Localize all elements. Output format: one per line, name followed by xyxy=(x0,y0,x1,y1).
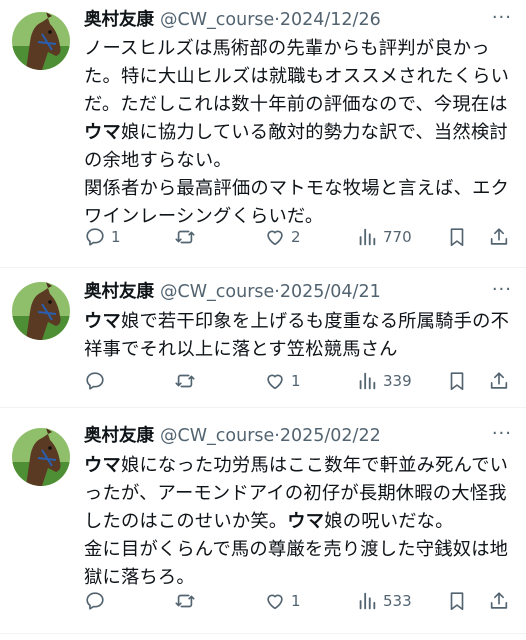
views-icon xyxy=(359,228,376,246)
tweet-header: 奥村友康 @CW_course·2025/04/21 xyxy=(84,278,486,306)
text-run: ノースヒルズは馬術部の先輩からも評判が良かった。特に大山ヒルズは就職もオススメさ… xyxy=(84,38,510,115)
share-button[interactable] xyxy=(488,588,515,614)
horse-avatar-image xyxy=(12,282,70,340)
retweet-icon xyxy=(175,374,195,388)
tweet-text: ウマ娘になった功労馬はここ数年で軒並み死んでいったが、アーモンドアイの初仔が長期… xyxy=(84,452,516,592)
reply-button[interactable]: 1 xyxy=(84,224,121,250)
bookmark-icon xyxy=(450,372,464,391)
tweet-actions: 1 2 770 xyxy=(84,224,514,250)
display-name[interactable]: 奥村友康 xyxy=(84,426,154,446)
views-count: 770 xyxy=(383,228,412,246)
text-run: 娘に協力している敵対的勢力な訳で、当然検討の余地すらない。 xyxy=(84,122,508,171)
retweet-button[interactable] xyxy=(174,368,201,394)
text-run: 金に目がくらんで馬の尊厳を売り渡した守銭奴は地獄に落ちろ。 xyxy=(84,539,509,588)
tweet-paragraph: 金に目がくらんで馬の尊厳を売り渡した守銭奴は地獄に落ちろ。 xyxy=(84,536,516,592)
bookmark-icon xyxy=(450,592,464,611)
share-icon xyxy=(490,372,508,389)
tweet-paragraph: ウマ娘で若干印象を上げるも度重なる所属騎手の不祥事でそれ以上に落とす笠松競馬さん xyxy=(84,308,516,364)
avatar[interactable] xyxy=(12,12,70,70)
display-name[interactable]: 奥村友康 xyxy=(84,10,154,30)
text-run: 娘の呪いだな。 xyxy=(324,511,454,532)
like-count: 2 xyxy=(291,228,301,246)
heart-icon xyxy=(267,594,283,610)
timeline-feed: 奥村友康 @CW_course·2024/12/26 ··· ノースヒルズは馬術部… xyxy=(0,0,526,640)
tweet-actions: 1 533 xyxy=(84,588,514,614)
user-handle[interactable]: @CW_course xyxy=(160,426,274,446)
more-options-icon[interactable]: ··· xyxy=(492,7,512,28)
views-button[interactable]: 770 xyxy=(356,224,412,250)
reply-icon xyxy=(86,228,104,246)
views-count: 339 xyxy=(383,372,412,390)
bookmark-icon xyxy=(450,228,464,247)
bookmark-button[interactable] xyxy=(446,368,473,394)
tweet-actions: 1 339 xyxy=(84,368,514,394)
tweet-text: ウマ娘で若干印象を上げるも度重なる所属騎手の不祥事でそれ以上に落とす笠松競馬さん xyxy=(84,308,516,364)
horse-avatar-image xyxy=(12,428,70,486)
like-count: 1 xyxy=(291,372,301,390)
tweet-paragraph: ノースヒルズは馬術部の先輩からも評判が良かった。特に大山ヒルズは就職もオススメさ… xyxy=(84,35,516,175)
tweet[interactable]: 奥村友康 @CW_course·2024/12/26 ··· ノースヒルズは馬術部… xyxy=(0,0,526,268)
tweet-text: ノースヒルズは馬術部の先輩からも評判が良かった。特に大山ヒルズは就職もオススメさ… xyxy=(84,35,516,231)
avatar[interactable] xyxy=(12,282,70,340)
like-button[interactable]: 1 xyxy=(264,588,301,614)
text-run: 関係者から最高評価のマトモな牧場と言えば、エクワインレーシングくらいだ。 xyxy=(84,178,510,227)
tweet-header: 奥村友康 @CW_course·2025/02/22 xyxy=(84,422,486,450)
views-icon xyxy=(359,372,376,390)
share-button[interactable] xyxy=(488,368,515,394)
bold-text-run: ウマ xyxy=(287,511,325,532)
horse-avatar-image xyxy=(12,12,70,70)
retweet-button[interactable] xyxy=(174,224,201,250)
tweet-header: 奥村友康 @CW_course·2024/12/26 xyxy=(84,6,486,34)
bold-text-run: ウマ xyxy=(84,122,121,143)
bold-text-run: ウマ xyxy=(84,311,121,332)
avatar[interactable] xyxy=(12,428,70,486)
reply-icon xyxy=(86,592,104,610)
views-icon xyxy=(359,592,376,610)
share-icon xyxy=(490,228,508,245)
retweet-button[interactable] xyxy=(174,588,201,614)
user-handle[interactable]: @CW_course xyxy=(160,282,274,302)
bold-text-run: ウマ xyxy=(84,455,121,476)
tweet[interactable]: 奥村友康 @CW_course·2025/04/21 ··· ウマ娘で若干印象を上… xyxy=(0,268,526,408)
reply-count: 1 xyxy=(111,228,121,246)
reply-button[interactable] xyxy=(84,368,111,394)
bookmark-button[interactable] xyxy=(446,224,473,250)
like-button[interactable]: 2 xyxy=(264,224,301,250)
more-options-icon[interactable]: ··· xyxy=(492,279,512,300)
text-run: 娘で若干印象を上げるも度重なる所属騎手の不祥事でそれ以上に落とす笠松競馬さん xyxy=(84,311,510,360)
tweet[interactable]: 奥村友康 @CW_course·2025/02/22 ··· ウマ娘になった功労馬… xyxy=(0,408,526,634)
tweet-date[interactable]: 2025/04/21 xyxy=(280,282,381,302)
views-button[interactable]: 533 xyxy=(356,588,412,614)
tweet-paragraph: ウマ娘になった功労馬はここ数年で軒並み死んでいったが、アーモンドアイの初仔が長期… xyxy=(84,452,516,536)
share-button[interactable] xyxy=(488,224,515,250)
like-count: 1 xyxy=(291,592,301,610)
display-name[interactable]: 奥村友康 xyxy=(84,282,154,302)
like-button[interactable]: 1 xyxy=(264,368,301,394)
heart-icon xyxy=(267,230,283,246)
more-options-icon[interactable]: ··· xyxy=(492,423,512,444)
tweet-date[interactable]: 2025/02/22 xyxy=(280,426,381,446)
share-icon xyxy=(490,592,508,609)
tweet-paragraph: 関係者から最高評価のマトモな牧場と言えば、エクワインレーシングくらいだ。 xyxy=(84,175,516,231)
reply-button[interactable] xyxy=(84,588,111,614)
user-handle[interactable]: @CW_course xyxy=(160,10,274,30)
heart-icon xyxy=(267,374,283,390)
retweet-icon xyxy=(175,230,195,244)
views-count: 533 xyxy=(383,592,412,610)
bookmark-button[interactable] xyxy=(446,588,473,614)
retweet-icon xyxy=(175,594,195,608)
reply-icon xyxy=(86,372,104,390)
tweet-date[interactable]: 2024/12/26 xyxy=(280,10,381,30)
views-button[interactable]: 339 xyxy=(356,368,412,394)
